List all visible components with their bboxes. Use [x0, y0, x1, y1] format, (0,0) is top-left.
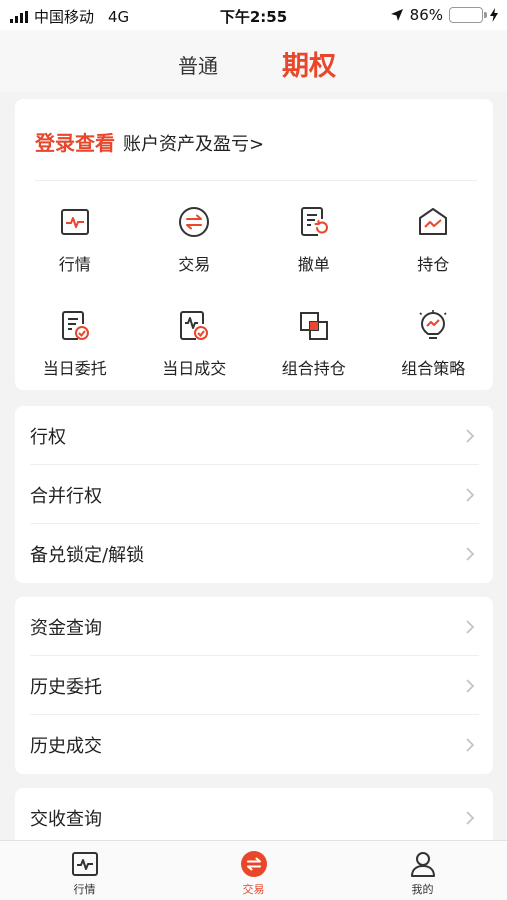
- nav-label: 我的: [411, 883, 434, 896]
- quick-action-portfolio-holdings[interactable]: 组合持仓: [254, 303, 374, 390]
- assets-card: 登录查看 账户资产及盈亏> 行情 交易 撤单 持仓 当日委托 当日成交 组合持仓…: [15, 99, 493, 390]
- top-tabs: 普通 期权: [0, 30, 507, 92]
- holdings-icon: [419, 208, 448, 235]
- location-arrow-icon: [390, 9, 403, 21]
- battery-icon: [449, 7, 487, 23]
- bottom-nav: 行情 交易 我的: [0, 840, 507, 900]
- market-chart-icon: [71, 852, 98, 876]
- quick-action-label: 交易: [178, 255, 211, 274]
- quick-action-label: 当日委托: [42, 359, 107, 378]
- account-assets-link[interactable]: 账户资产及盈亏>: [123, 130, 264, 156]
- quick-action-strategy[interactable]: 组合策略: [374, 303, 494, 390]
- quick-actions-grid: 行情 交易 撤单 持仓 当日委托 当日成交 组合持仓 组合策略: [15, 199, 493, 390]
- menu-item-merge-exercise[interactable]: 合并行权: [15, 465, 493, 524]
- chevron-right-icon: [466, 546, 475, 561]
- chevron-right-icon: [466, 487, 475, 502]
- market-chart-icon: [60, 209, 89, 235]
- tab-options[interactable]: 期权: [282, 44, 336, 83]
- today-orders-icon: [61, 311, 89, 340]
- battery-percent: 86%: [409, 6, 443, 24]
- status-bar: 中国移动 4G 下午2:55 86%: [0, 0, 507, 30]
- quick-action-label: 当日成交: [162, 359, 227, 378]
- menu-group-settlement: 交收查询: [15, 788, 493, 848]
- strategy-bulb-icon: [419, 310, 447, 339]
- chevron-right-icon: [466, 428, 475, 443]
- menu-item-history-trades[interactable]: 历史成交: [15, 715, 493, 774]
- quick-action-today-orders[interactable]: 当日委托: [15, 303, 135, 390]
- menu-item-exercise[interactable]: 行权: [15, 406, 493, 465]
- nav-trade[interactable]: 交易: [169, 841, 338, 900]
- login-row[interactable]: 登录查看 账户资产及盈亏>: [35, 127, 264, 156]
- exchange-icon: [240, 851, 267, 877]
- menu-group-exercise: 行权 合并行权 备兑锁定/解锁: [15, 406, 493, 583]
- cancel-order-icon: [300, 207, 328, 236]
- quick-action-holdings[interactable]: 持仓: [374, 199, 494, 303]
- nav-market[interactable]: 行情: [0, 841, 169, 900]
- portfolio-holdings-icon: [299, 312, 328, 340]
- chevron-right-icon: [466, 678, 475, 693]
- quick-action-label: 行情: [58, 255, 91, 274]
- menu-item-label: 交收查询: [30, 808, 102, 830]
- menu-item-covered-lock[interactable]: 备兑锁定/解锁: [15, 524, 493, 583]
- chevron-right-icon: [466, 810, 475, 825]
- menu-item-label: 资金查询: [30, 617, 102, 639]
- menu-item-settlement-query[interactable]: 交收查询: [15, 788, 493, 847]
- quick-action-cancel[interactable]: 撤单: [254, 199, 374, 303]
- charging-bolt-icon: [490, 8, 498, 22]
- quick-action-label: 撤单: [297, 255, 330, 274]
- nav-profile[interactable]: 我的: [338, 841, 507, 900]
- menu-item-label: 合并行权: [30, 485, 102, 507]
- exchange-icon: [179, 207, 210, 237]
- quick-action-label: 组合持仓: [281, 359, 346, 378]
- menu-item-history-orders[interactable]: 历史委托: [15, 656, 493, 715]
- today-trades-icon: [180, 311, 209, 340]
- menu-item-label: 备兑锁定/解锁: [30, 544, 145, 566]
- chevron-right-icon: [466, 619, 475, 634]
- quick-action-label: 持仓: [417, 255, 450, 274]
- user-icon: [410, 852, 435, 877]
- quick-action-market[interactable]: 行情: [15, 199, 135, 303]
- nav-label: 交易: [242, 883, 265, 896]
- chevron-right-icon: [466, 737, 475, 752]
- menu-item-label: 行权: [30, 426, 66, 448]
- menu-item-label: 历史成交: [30, 735, 102, 757]
- status-right: 86%: [390, 6, 499, 24]
- quick-action-today-trades[interactable]: 当日成交: [135, 303, 255, 390]
- quick-action-label: 组合策略: [401, 359, 466, 378]
- quick-action-trade[interactable]: 交易: [135, 199, 255, 303]
- divider: [35, 180, 477, 181]
- menu-item-funds-query[interactable]: 资金查询: [15, 597, 493, 656]
- nav-label: 行情: [73, 883, 96, 896]
- tab-normal[interactable]: 普通: [178, 50, 218, 79]
- menu-group-history: 资金查询 历史委托 历史成交: [15, 597, 493, 774]
- menu-item-label: 历史委托: [30, 676, 102, 698]
- login-link[interactable]: 登录查看: [35, 127, 115, 156]
